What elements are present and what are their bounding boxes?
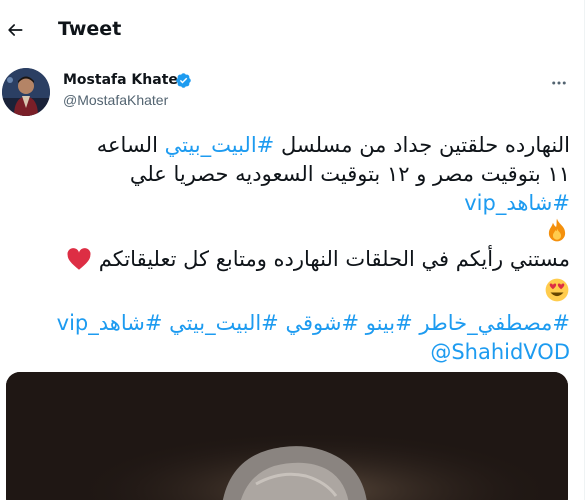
author-name[interactable]: Mostafa Khater [63,72,185,88]
tweet-text-segment: النهارده حلقتين جداد من مسلسل [274,133,570,157]
tweet-line-4 [8,216,570,244]
heart-eyes-emoji-icon [544,277,570,303]
hashtag-link[interactable]: #البيت_بيتي [169,311,279,335]
more-options-button[interactable] [548,74,570,96]
tweet-line-mention: @ShahidVOD [8,339,570,365]
red-heart-emoji-icon [66,247,92,273]
media-photo-graphic [6,372,568,500]
column-border [584,0,585,500]
tweet-line-3: #شاهد_vip [8,190,570,216]
hashtag-link[interactable]: #بينو [366,311,413,335]
hashtag-link[interactable]: #البيت_بيتي [165,133,275,157]
tweet-header: Tweet [0,0,582,60]
author-handle[interactable]: @MostafaKhater [63,92,168,108]
verified-badge-icon [175,72,192,89]
hashtag-link[interactable]: #شاهد_vip [464,191,570,215]
tweet-line-hashtags: #مصطفي_خاطر #بينو #شوقي #البيت_بيتي #شاه… [8,310,570,336]
avatar[interactable] [2,68,50,116]
more-dots-icon [550,74,568,96]
hashtag-link[interactable]: #شوقي [285,311,359,335]
tweet-text-segment: الساعه [96,133,165,157]
arrow-left-icon [5,20,25,40]
hashtag-link[interactable]: #مصطفي_خاطر [419,311,570,335]
tweet-line-5: مستني رأيكم في الحلقات النهارده ومتابع ك… [8,246,570,274]
mention-link[interactable]: @ShahidVOD [430,340,570,364]
tweet-media-image[interactable] [6,372,568,500]
tweet-line-2: ١١ بتوقيت مصر و ١٢ بتوقيت السعوديه حصريا… [129,162,570,186]
back-button[interactable] [0,14,30,46]
tweet-line-1: النهارده حلقتين جداد من مسلسل #البيت_بيت… [8,132,570,158]
hashtag-link[interactable]: #شاهد_vip [57,311,163,335]
tweet-line-6 [8,276,570,304]
tweet-text-segment: مستني رأيكم في الحلقات النهارده ومتابع ك… [98,247,570,271]
tweet-page: Tweet Mostafa Khater @MostafaKhater النه… [0,0,588,500]
tweet-text: النهارده حلقتين جداد من مسلسل #البيت_بيت… [8,126,570,365]
fire-emoji-icon [544,217,570,243]
page-title: Tweet [58,18,122,40]
